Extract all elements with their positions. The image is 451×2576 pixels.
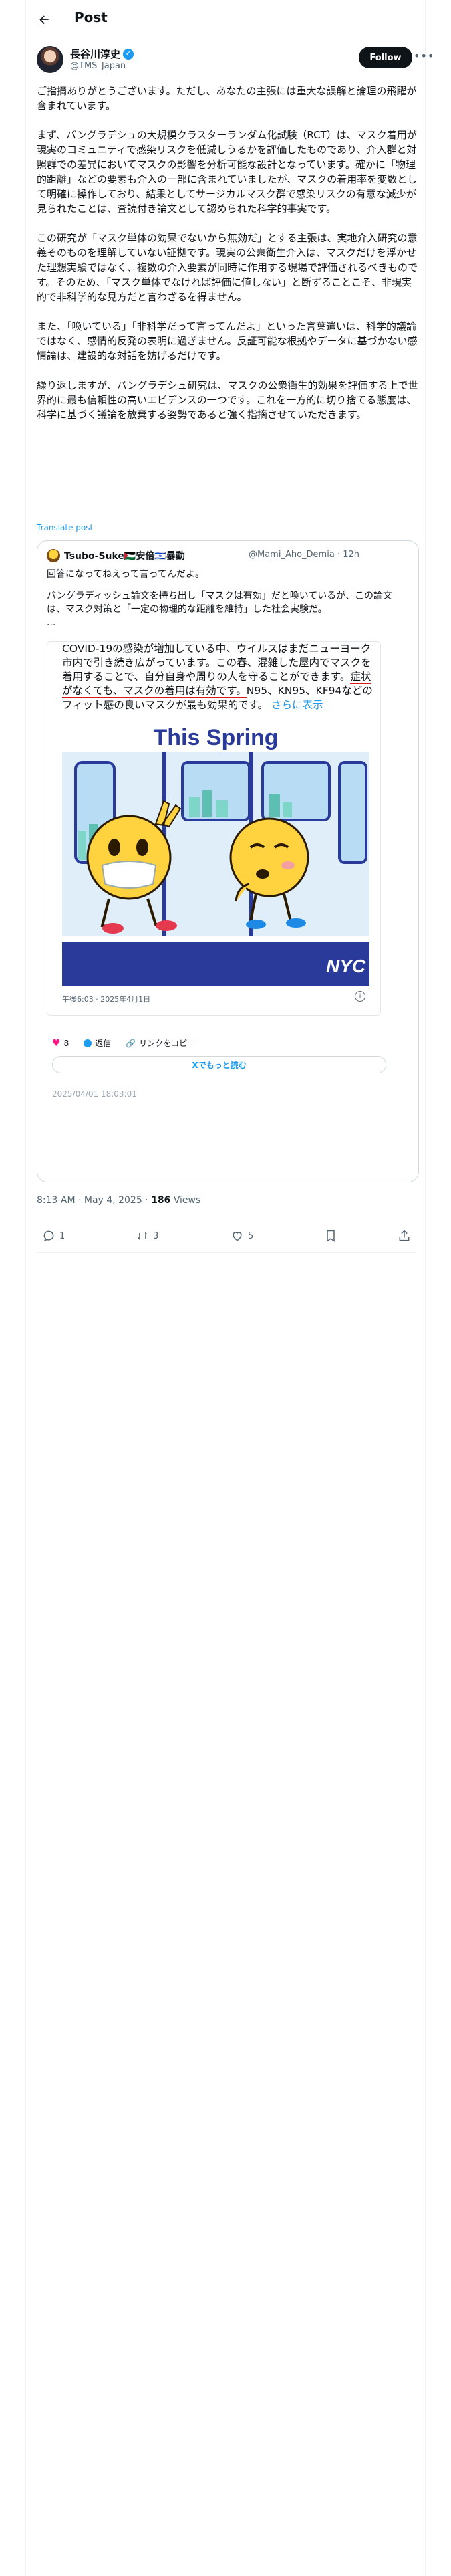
author-avatar[interactable] <box>37 46 63 73</box>
quoted-author-name: Tsubo-Suke🇵🇸安倍🇮🇱暴動 <box>64 551 185 562</box>
views-label: Views <box>170 1195 201 1206</box>
link-icon: 🔗 <box>126 1038 136 1048</box>
post-paragraph: 繰り返しますが、バングラデシュ研究は、マスクの公衆衛生的効果を評価する上で世界的… <box>37 379 418 421</box>
screenshot-like-count: 8 <box>63 1038 69 1048</box>
reply-button[interactable]: 1 <box>42 1229 65 1243</box>
author-name-text: 長谷川淳史 <box>70 48 121 60</box>
repost-icon <box>138 1232 147 1240</box>
main-column: Post 長谷川淳史 ✓ @TMS_Japan Follow ••• ご指摘あり… <box>25 0 434 2576</box>
screenshot-copy-link[interactable]: 🔗 リンクをコピー <box>126 1037 195 1049</box>
like-button[interactable]: 5 <box>231 1229 253 1243</box>
post-paragraph: まず、バングラデシュの大規模クラスターランダム化試験（RCT）は、マスク着用が現… <box>37 129 418 215</box>
quoted-line: ... <box>47 617 56 628</box>
like-count: 5 <box>248 1230 254 1241</box>
screenshot-copy-label: リンクをコピー <box>139 1039 196 1048</box>
repost-count: 3 <box>153 1230 159 1241</box>
quoted-line: バングラディッシュ論文を持ち出し「マスクは有効」だと喚いているが、この論文は、マ… <box>47 591 393 615</box>
info-icon[interactable]: i <box>355 991 365 1002</box>
screenshot-reply-label: 返信 <box>95 1039 112 1048</box>
quoted-post[interactable]: Tsubo-Suke🇵🇸安倍🇮🇱暴動 @Mami_Aho_Demia · 12h… <box>37 540 419 1182</box>
quoted-author-avatar <box>47 549 60 562</box>
share-button[interactable] <box>398 1229 411 1243</box>
show-more-link[interactable]: さらに表示 <box>271 699 323 711</box>
read-more-on-x-button[interactable]: Xでもっと読む <box>52 1056 386 1073</box>
repost-button[interactable]: 3 <box>136 1229 158 1243</box>
quoted-line: 回答になってねえって言ってんだよ。 <box>47 569 204 580</box>
post-timestamp[interactable]: 8:13 AM · May 4, 2025 · <box>37 1195 151 1206</box>
action-bar: 1 3 5 <box>37 1224 416 1251</box>
bookmark-icon <box>327 1230 335 1242</box>
quoted-author-handle: @Mami_Aho_Demia · 12h <box>249 550 359 560</box>
screenshot-timestamp: 午後6:03 · 2025年4月1日 <box>62 995 151 1004</box>
view-count: 186 <box>151 1195 171 1206</box>
heart-icon: ♥ <box>52 1037 61 1049</box>
author-name[interactable]: 長谷川淳史 ✓ <box>70 47 134 61</box>
page-title: Post <box>74 9 108 25</box>
translate-post-link[interactable]: Translate post <box>37 523 93 532</box>
top-bar: Post <box>26 0 426 40</box>
mask-illustration: This Spring NYC <box>62 724 369 986</box>
post-meta: 8:13 AM · May 4, 2025 · 186 Views <box>37 1195 200 1206</box>
reply-bubble-icon <box>84 1039 92 1047</box>
screenshot-text-a: COVID-19の感染が増加している中、ウイルスはまだニューヨーク市内で引き続き… <box>62 643 371 683</box>
screenshot-actions: ♥ 8 返信 🔗 リンクをコピー <box>52 1037 203 1049</box>
post-text: ご指摘ありがとうございます。ただし、あなたの主張には重大な誤解と論理の飛躍が含ま… <box>37 84 419 437</box>
quoted-text: 回答になってねえって言ってんだよ。 バングラディッシュ論文を持ち出し「マスクは有… <box>47 568 411 629</box>
screenshot-like[interactable]: ♥ 8 <box>52 1038 69 1049</box>
nyc-logo: NYC <box>326 956 366 976</box>
embedded-screenshot[interactable]: COVID-19の感染が増加している中、ウイルスはまだニューヨーク市内で引き続き… <box>47 641 381 1016</box>
bookmark-button[interactable] <box>324 1229 337 1243</box>
more-options-icon[interactable]: ••• <box>414 49 434 62</box>
post-paragraph: この研究が「マスク単体の効果でないから無効だ」とする主張は、実地介入研究の意義そ… <box>37 232 418 303</box>
screenshot-text: COVID-19の感染が増加している中、ウイルスはまだニューヨーク市内で引き続き… <box>62 642 376 712</box>
screenshot-reply[interactable]: 返信 <box>84 1037 111 1049</box>
back-arrow-icon[interactable] <box>35 11 53 29</box>
divider <box>37 1252 416 1253</box>
author-handle[interactable]: @TMS_Japan <box>70 61 126 71</box>
share-icon <box>399 1230 410 1241</box>
post-paragraph: また、「喚いている」「非科学だって言ってんだよ」といった言葉遣いは、科学的議論で… <box>37 320 418 362</box>
quoted-date-stamp: 2025/04/01 18:03:01 <box>52 1089 137 1099</box>
reply-count: 1 <box>59 1230 65 1241</box>
follow-button[interactable]: Follow <box>359 47 412 68</box>
reply-icon <box>43 1230 54 1241</box>
verified-badge-icon: ✓ <box>123 48 134 60</box>
post-paragraph: ご指摘ありがとうございます。ただし、あなたの主張には重大な誤解と論理の飛躍が含ま… <box>37 85 417 112</box>
banner-title: This Spring <box>154 725 279 750</box>
like-heart-icon <box>233 1232 242 1241</box>
